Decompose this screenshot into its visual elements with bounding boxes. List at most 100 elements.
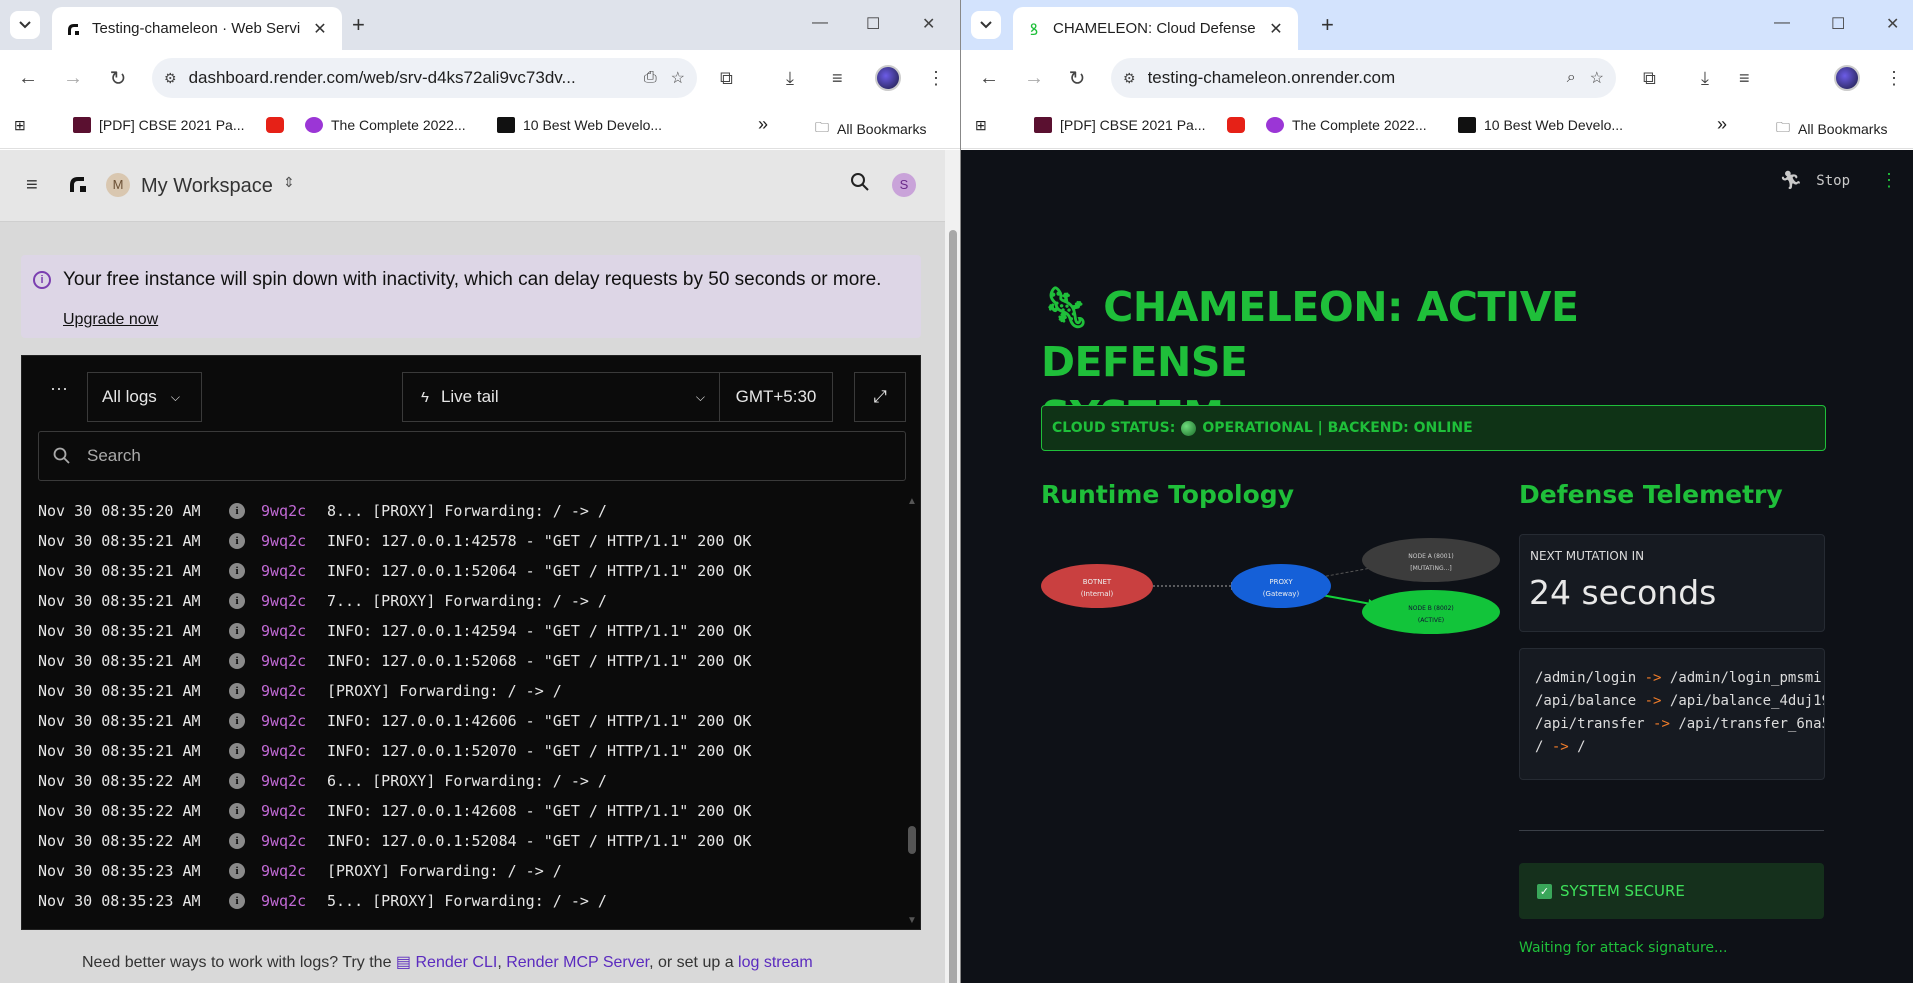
back-arrow-icon[interactable]: ← xyxy=(971,60,1007,96)
scrollbar-thumb[interactable] xyxy=(949,230,957,983)
close-tab-icon[interactable]: ✕ xyxy=(1266,19,1286,39)
bookmark-item[interactable]: The Complete 2022... xyxy=(305,117,466,133)
address-bar[interactable]: ⚙ dashboard.render.com/web/srv-d4ks72ali… xyxy=(152,58,697,98)
log-stream-link[interactable]: log stream xyxy=(738,954,813,971)
log-row[interactable]: Nov 30 08:35:20 AM i 9wq2c 8... [PROXY] For… xyxy=(22,496,902,526)
log-row[interactable]: Nov 30 08:35:21 AM i 9wq2c INFO: 127.0.0.1:… xyxy=(22,646,902,676)
tab-search-button[interactable] xyxy=(10,11,40,39)
maximize-icon[interactable]: ☐ xyxy=(866,14,880,34)
log-instance[interactable]: 9wq2c xyxy=(261,592,327,610)
more-bookmarks-icon[interactable]: » xyxy=(758,114,768,135)
log-row[interactable]: Nov 30 08:35:21 AM i 9wq2c INFO: 127.0.0.1:… xyxy=(22,526,902,556)
close-window-icon[interactable]: ✕ xyxy=(1886,14,1899,34)
log-instance[interactable]: 9wq2c xyxy=(261,742,327,760)
new-tab-button[interactable]: + xyxy=(1321,12,1334,38)
forward-arrow-icon[interactable]: → xyxy=(1016,60,1052,96)
upgrade-now-link[interactable]: Upgrade now xyxy=(63,311,158,329)
log-instance[interactable]: 9wq2c xyxy=(261,622,327,640)
site-info-icon[interactable]: ⚙ xyxy=(164,70,177,87)
more-bookmarks-icon[interactable]: » xyxy=(1717,114,1727,135)
log-filter-dropdown[interactable]: All logs ⌵ xyxy=(87,372,202,422)
bookmark-star-icon[interactable]: ☆ xyxy=(671,68,685,88)
address-bar[interactable]: ⚙ testing-chameleon.onrender.com ⌕ ☆ xyxy=(1111,58,1616,98)
log-scrollbar[interactable]: ▲ ▼ xyxy=(906,496,918,926)
expand-icon[interactable]: ⤢ xyxy=(854,372,906,422)
close-window-icon[interactable]: ✕ xyxy=(922,14,935,34)
log-instance[interactable]: 9wq2c xyxy=(261,892,327,910)
menu-kebab-icon[interactable]: ⋮ xyxy=(927,68,945,89)
tab-search-button[interactable] xyxy=(971,11,1001,39)
log-instance[interactable]: 9wq2c xyxy=(261,862,327,880)
close-tab-icon[interactable]: ✕ xyxy=(310,19,330,39)
user-avatar[interactable]: S xyxy=(892,173,916,197)
reload-icon[interactable]: ↻ xyxy=(1059,60,1095,96)
log-instance[interactable]: 9wq2c xyxy=(261,832,327,850)
workspace-name[interactable]: My Workspace xyxy=(141,175,273,198)
media-control-icon[interactable]: ≡ xyxy=(1739,68,1750,89)
render-cli-link[interactable]: Render CLI xyxy=(416,954,498,971)
log-row[interactable]: Nov 30 08:35:22 AM i 9wq2c INFO: 127.0.0.1:… xyxy=(22,826,902,856)
log-search-input[interactable]: Search xyxy=(38,431,906,481)
log-instance[interactable]: 9wq2c xyxy=(261,502,327,520)
hamburger-menu-icon[interactable]: ≡ xyxy=(26,174,38,197)
all-bookmarks-folder[interactable]: 🗀 All Bookmarks xyxy=(815,117,926,141)
scroll-up-icon[interactable]: ▲ xyxy=(907,496,917,507)
back-arrow-icon[interactable]: ← xyxy=(10,60,46,96)
bookmark-item[interactable]: [PDF] CBSE 2021 Pa... xyxy=(73,117,245,133)
apps-grid-icon[interactable]: ⊞ xyxy=(975,117,987,134)
bookmark-item[interactable]: 10 Best Web Develo... xyxy=(1458,117,1623,133)
log-instance[interactable]: 9wq2c xyxy=(261,682,327,700)
reload-icon[interactable]: ↻ xyxy=(100,60,136,96)
render-logo-icon[interactable] xyxy=(68,174,88,199)
render-mcp-link[interactable]: Render MCP Server xyxy=(506,954,649,971)
youtube-bookmark[interactable] xyxy=(1227,117,1253,133)
stop-button[interactable]: Stop xyxy=(1816,173,1850,189)
minimize-icon[interactable]: — xyxy=(812,14,828,32)
bookmark-item[interactable]: 10 Best Web Develo... xyxy=(497,117,662,133)
log-scrollbar-thumb[interactable] xyxy=(908,826,916,854)
log-row[interactable]: Nov 30 08:35:21 AM i 9wq2c INFO: 127.0.0.1:… xyxy=(22,616,902,646)
log-row[interactable]: Nov 30 08:35:21 AM i 9wq2c INFO: 127.0.0.1:… xyxy=(22,706,902,736)
bookmark-star-icon[interactable]: ☆ xyxy=(1590,68,1604,88)
youtube-bookmark[interactable] xyxy=(266,117,292,133)
page-scrollbar[interactable] xyxy=(945,150,960,983)
downloads-icon[interactable]: ⤓ xyxy=(1701,68,1709,89)
scroll-down-icon[interactable]: ▼ xyxy=(907,915,917,926)
media-control-icon[interactable]: ≡ xyxy=(832,68,843,89)
log-instance[interactable]: 9wq2c xyxy=(261,532,327,550)
minimize-icon[interactable]: — xyxy=(1774,14,1790,32)
log-instance[interactable]: 9wq2c xyxy=(261,802,327,820)
profile-avatar[interactable] xyxy=(875,65,901,91)
active-tab[interactable]: Testing-chameleon · Web Servi ✕ xyxy=(52,7,342,50)
profile-avatar[interactable] xyxy=(1834,65,1860,91)
workspace-switcher-icon[interactable]: ⇕ xyxy=(283,174,295,191)
log-row[interactable]: Nov 30 08:35:21 AM i 9wq2c [PROXY] Forwardi… xyxy=(22,676,902,706)
zoom-icon[interactable]: ⌕ xyxy=(1567,69,1576,87)
new-tab-button[interactable]: + xyxy=(352,12,365,38)
extensions-icon[interactable]: ⧉ xyxy=(720,68,733,89)
maximize-icon[interactable]: ☐ xyxy=(1831,14,1845,34)
timezone-button[interactable]: GMT+5:30 xyxy=(719,372,833,422)
search-icon[interactable] xyxy=(850,172,870,197)
log-row[interactable]: Nov 30 08:35:23 AM i 9wq2c [PROXY] Forwardi… xyxy=(22,856,902,886)
active-tab[interactable]: ꝸ CHAMELEON: Cloud Defense ✕ xyxy=(1013,7,1298,50)
extensions-icon[interactable]: ⧉ xyxy=(1643,68,1656,89)
more-options-icon[interactable]: ··· xyxy=(50,378,68,399)
install-app-icon[interactable]: ⎙ xyxy=(644,69,657,87)
all-bookmarks-folder[interactable]: 🗀 All Bookmarks xyxy=(1776,117,1887,141)
downloads-icon[interactable]: ⤓ xyxy=(786,68,794,89)
log-row[interactable]: Nov 30 08:35:22 AM i 9wq2c INFO: 127.0.0.1:… xyxy=(22,796,902,826)
log-instance[interactable]: 9wq2c xyxy=(261,652,327,670)
live-tail-dropdown[interactable]: ϟ Live tail ⌵ xyxy=(402,372,720,422)
log-row[interactable]: Nov 30 08:35:21 AM i 9wq2c INFO: 127.0.0.1:… xyxy=(22,556,902,586)
bookmark-item[interactable]: [PDF] CBSE 2021 Pa... xyxy=(1034,117,1206,133)
app-menu-icon[interactable]: ⋮ xyxy=(1880,170,1898,191)
bookmark-item[interactable]: The Complete 2022... xyxy=(1266,117,1427,133)
log-row[interactable]: Nov 30 08:35:22 AM i 9wq2c 6... [PROXY] For… xyxy=(22,766,902,796)
log-instance[interactable]: 9wq2c xyxy=(261,562,327,580)
site-info-icon[interactable]: ⚙ xyxy=(1123,70,1136,87)
log-instance[interactable]: 9wq2c xyxy=(261,712,327,730)
log-row[interactable]: Nov 30 08:35:23 AM i 9wq2c 5... [PROXY] For… xyxy=(22,886,902,916)
log-row[interactable]: Nov 30 08:35:21 AM i 9wq2c INFO: 127.0.0.1:… xyxy=(22,736,902,766)
forward-arrow-icon[interactable]: → xyxy=(55,60,91,96)
